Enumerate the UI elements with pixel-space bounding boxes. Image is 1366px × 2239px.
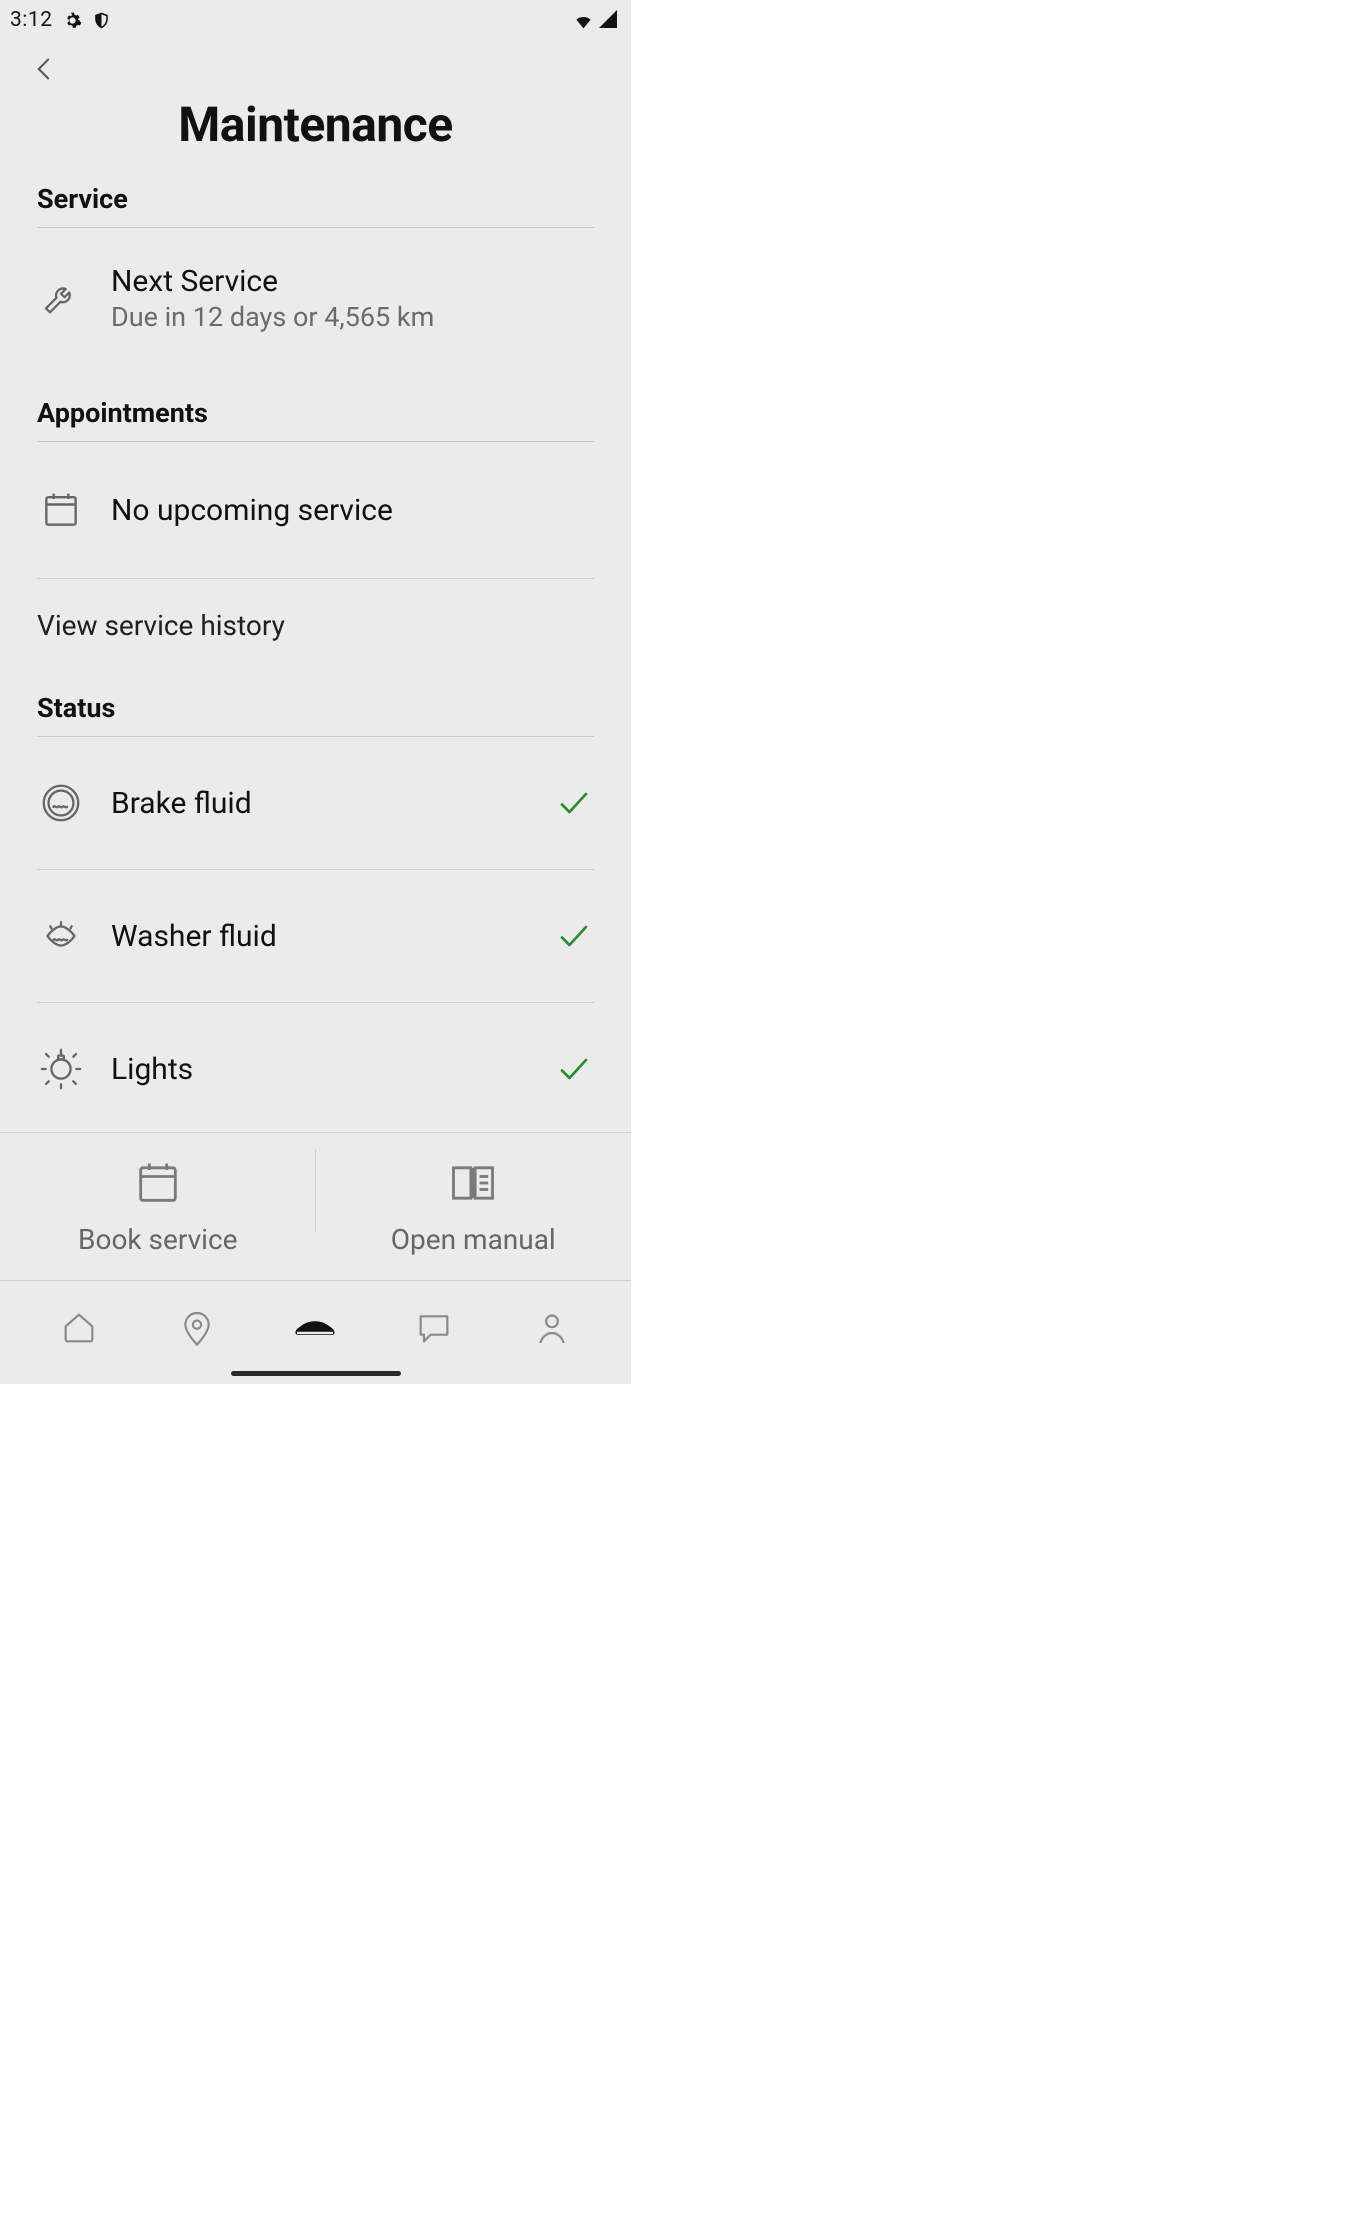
page-title: Maintenance [30,96,601,153]
calendar-icon [37,486,85,534]
next-service-title: Next Service [111,264,594,299]
open-manual-button[interactable]: Open manual [316,1133,632,1280]
appointments-row: No upcoming service [37,442,594,579]
status-label: Washer fluid [111,919,554,954]
check-icon [554,916,594,956]
wifi-icon [574,11,593,30]
book-service-button[interactable]: Book service [0,1133,316,1280]
status-row-brake-fluid[interactable]: Brake fluid [37,737,594,870]
calendar-icon [132,1157,184,1209]
service-history-link[interactable]: View service history [37,579,594,672]
tab-home[interactable] [55,1304,103,1352]
status-time: 3:12 [10,8,53,32]
book-service-label: Book service [78,1223,237,1256]
status-bar: 3:12 [0,0,631,34]
status-row-washer-fluid[interactable]: Washer fluid [37,870,594,1003]
section-header-status: Status [37,692,594,737]
book-icon [447,1157,499,1209]
wrench-icon [37,275,85,323]
tab-map[interactable] [173,1304,221,1352]
no-appointments-label: No upcoming service [111,493,594,528]
tab-profile[interactable] [528,1304,576,1352]
check-icon [554,1049,594,1089]
action-bar: Book service Open manual [0,1132,631,1281]
next-service-subtitle: Due in 12 days or 4,565 km [111,301,594,333]
tab-messages[interactable] [410,1304,458,1352]
section-header-appointments: Appointments [37,397,594,442]
home-indicator [231,1371,401,1376]
shield-icon [92,11,111,30]
open-manual-label: Open manual [391,1223,556,1256]
tab-car[interactable] [291,1304,339,1352]
gear-icon [63,11,82,30]
signal-icon [599,8,617,33]
status-row-lights[interactable]: Lights [37,1003,594,1132]
tab-bar [0,1281,631,1384]
back-button[interactable] [30,44,601,94]
lights-icon [37,1045,85,1093]
section-header-service: Service [37,183,594,228]
brake-fluid-icon [37,779,85,827]
status-label: Brake fluid [111,786,554,821]
washer-fluid-icon [37,912,85,960]
status-label: Lights [111,1052,554,1087]
check-icon [554,783,594,823]
next-service-row[interactable]: Next Service Due in 12 days or 4,565 km [37,228,594,369]
